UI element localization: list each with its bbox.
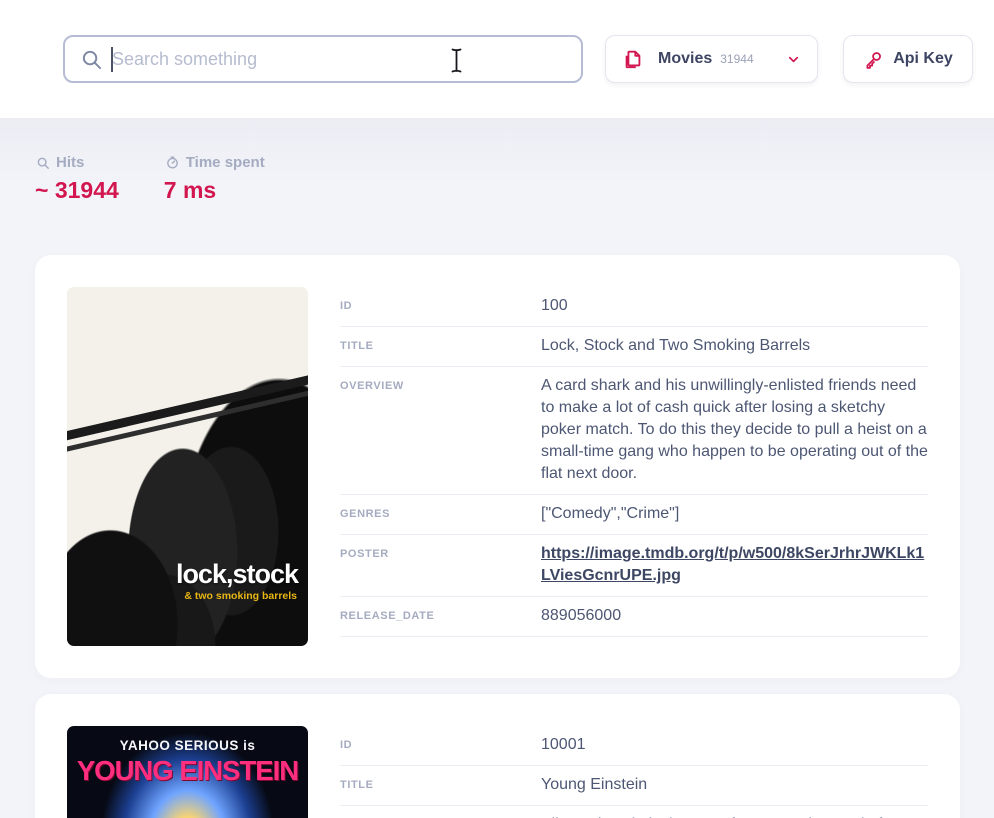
text-caret [111, 47, 113, 72]
field-label: ID [340, 734, 541, 756]
field-label: GENRES [340, 503, 541, 525]
field-label: OVERVIEW [340, 814, 541, 818]
poster-title-line-2: YOUNG EINSTEIN [67, 755, 308, 787]
key-icon [863, 49, 884, 70]
app-header: Movies 31944 Api Key [0, 0, 994, 118]
movie-poster: YAHOO SERIOUS is YOUNG EINSTEIN [67, 726, 308, 818]
time-spent-stat: Time spent 7 ms [165, 154, 265, 204]
field-label: OVERVIEW [340, 375, 541, 485]
api-key-label: Api Key [893, 50, 953, 68]
hits-label: Hits [56, 154, 84, 171]
field-row: ID100 [340, 287, 928, 327]
field-row: POSTERhttps://image.tmdb.org/t/p/w500/8k… [340, 535, 928, 597]
time-spent-label: Time spent [186, 154, 265, 171]
field-row: TITLEYoung Einstein [340, 766, 928, 806]
field-row: RELEASE_DATE889056000 [340, 597, 928, 637]
chevron-down-icon [786, 52, 801, 67]
poster-url-link[interactable]: https://image.tmdb.org/t/p/w500/8kSerJrh… [541, 543, 928, 587]
stopwatch-icon [165, 155, 180, 170]
poster-title-line-1: lock,stock [176, 559, 298, 590]
field-value: Young Einstein [541, 774, 928, 796]
time-spent-value: 7 ms [164, 177, 265, 204]
search-icon [80, 48, 103, 71]
index-selector-dropdown[interactable]: Movies 31944 [605, 35, 818, 83]
result-card: YAHOO SERIOUS is YOUNG EINSTEIN ID10001T… [35, 694, 960, 818]
field-label: POSTER [340, 543, 541, 587]
search-input[interactable] [103, 37, 581, 81]
movie-poster: lock,stock & two smoking barrels [67, 287, 308, 646]
index-count-badge: 31944 [720, 52, 753, 66]
search-small-icon [36, 156, 50, 170]
stats-row: Hits ~ 31944 Time spent 7 ms [0, 154, 994, 204]
field-value: 889056000 [541, 605, 928, 627]
field-value: ["Comedy","Crime"] [541, 503, 928, 525]
result-card: lock,stock & two smoking barrels ID100TI… [35, 255, 960, 678]
results-area: Hits ~ 31944 Time spent 7 ms lock,stock [0, 118, 994, 818]
field-row: ID10001 [340, 726, 928, 766]
field-row: GENRES["Comedy","Crime"] [340, 495, 928, 535]
field-row: TITLELock, Stock and Two Smoking Barrels [340, 327, 928, 367]
field-value: Lock, Stock and Two Smoking Barrels [541, 335, 928, 357]
poster-title-line-1: YAHOO SERIOUS is [67, 738, 308, 753]
index-name: Movies [658, 50, 712, 68]
hits-value: ~ 31944 [35, 177, 119, 204]
search-box[interactable] [63, 35, 583, 83]
documents-icon [622, 48, 644, 70]
hits-stat: Hits ~ 31944 [36, 154, 119, 204]
api-key-button[interactable]: Api Key [843, 35, 973, 83]
field-row: OVERVIEWAlbert Einstein is the son of a … [340, 806, 928, 818]
field-rows: ID100TITLELock, Stock and Two Smoking Ba… [340, 287, 928, 646]
field-value: A card shark and his unwillingly-enliste… [541, 375, 928, 485]
field-row: OVERVIEWA card shark and his unwillingly… [340, 367, 928, 495]
field-rows: ID10001TITLEYoung EinsteinOVERVIEWAlbert… [340, 726, 928, 818]
field-label: RELEASE_DATE [340, 605, 541, 627]
field-label: TITLE [340, 335, 541, 357]
field-label: ID [340, 295, 541, 317]
results-list: lock,stock & two smoking barrels ID100TI… [35, 255, 960, 818]
field-value: 10001 [541, 734, 928, 756]
field-value: Albert Einstein is the son of a Tasmania… [541, 814, 928, 818]
poster-title-line-2: & two smoking barrels [184, 590, 297, 602]
field-label: TITLE [340, 774, 541, 796]
field-value: 100 [541, 295, 928, 317]
